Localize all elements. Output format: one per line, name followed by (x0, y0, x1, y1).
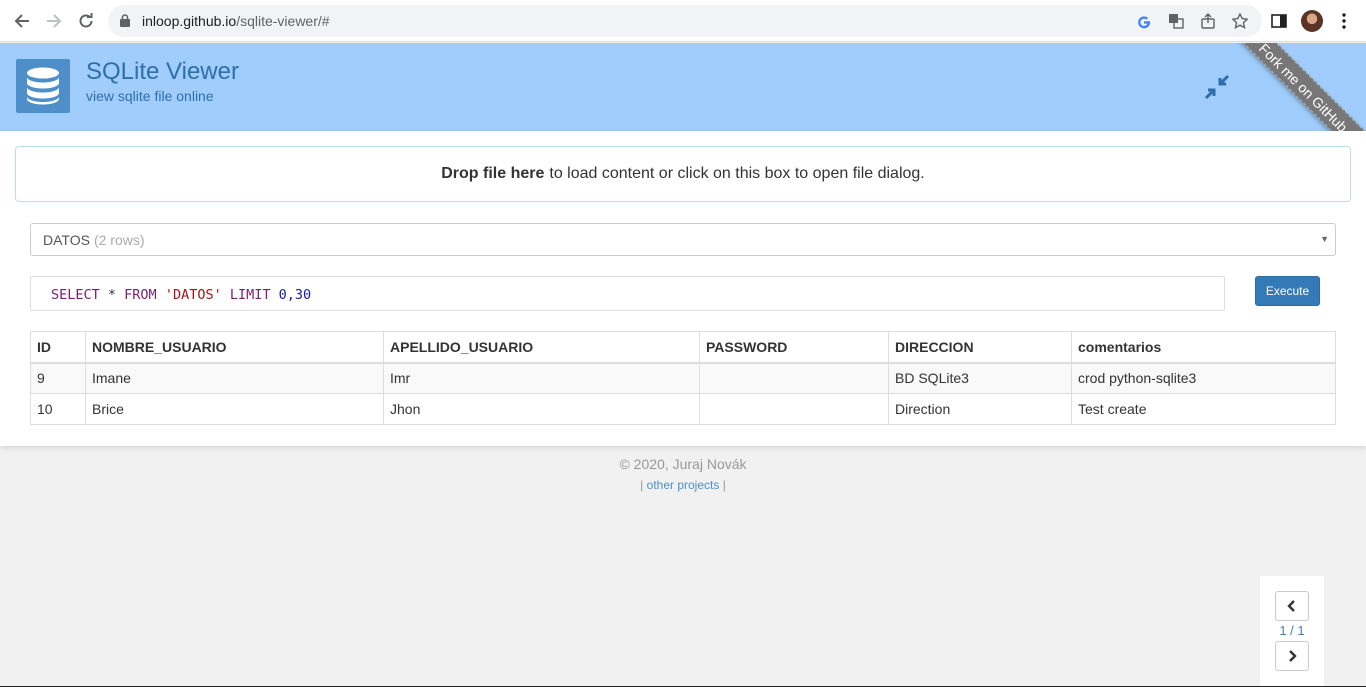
profile-avatar[interactable] (1301, 10, 1323, 32)
copyright: © 2020, Juraj Novák (619, 456, 747, 472)
app-header: SQLite Viewer view sqlite file online Fo… (0, 43, 1366, 131)
table-cell: Test create (1071, 393, 1336, 425)
table-cell: Imr (383, 362, 700, 394)
translate-icon[interactable] (1166, 11, 1186, 31)
app-title: SQLite Viewer (86, 58, 239, 85)
column-header[interactable]: PASSWORD (699, 331, 889, 364)
side-panel-icon[interactable] (1267, 9, 1291, 33)
table-cell: Imane (85, 362, 384, 394)
fork-github-ribbon[interactable]: Fork me on GitHub (1217, 43, 1366, 131)
back-icon[interactable] (10, 9, 34, 33)
column-header[interactable]: ID (30, 331, 86, 364)
reload-icon[interactable] (74, 9, 98, 33)
prev-page-button[interactable] (1275, 591, 1309, 621)
compress-icon[interactable] (1204, 74, 1230, 100)
results-table: ID NOMBRE_USUARIO APELLIDO_USUARIO PASSW… (30, 331, 1336, 425)
url-text: inloop.github.io/sqlite-viewer/# (142, 13, 330, 29)
column-header[interactable]: DIRECCION (888, 331, 1072, 364)
dropzone-bold: Drop file here (441, 165, 545, 182)
table-cell (699, 393, 889, 425)
browser-menu-icon[interactable] (1332, 9, 1356, 33)
chevron-left-icon (1287, 600, 1295, 612)
table-header-row: ID NOMBRE_USUARIO APELLIDO_USUARIO PASSW… (30, 331, 1336, 364)
table-select-value: DATOS (2 rows) (43, 232, 145, 248)
table-cell: Jhon (383, 393, 700, 425)
forward-icon[interactable] (42, 9, 66, 33)
table-row: 10 Brice Jhon Direction Test create (30, 393, 1336, 425)
sql-query: SELECT * FROM 'DATOS' LIMIT 0,30 (51, 287, 312, 303)
address-bar[interactable]: inloop.github.io/sqlite-viewer/# (108, 5, 1262, 37)
share-icon[interactable] (1198, 11, 1218, 31)
table-cell: BD SQLite3 (888, 362, 1072, 394)
table-row: 9 Imane Imr BD SQLite3 crod python-sqlit… (30, 362, 1336, 394)
pager: 1 / 1 (1260, 576, 1324, 687)
footer-links: | other projects | (640, 478, 726, 492)
database-icon (16, 59, 70, 113)
bookmark-star-icon[interactable] (1230, 11, 1250, 31)
column-header[interactable]: NOMBRE_USUARIO (85, 331, 384, 364)
column-header[interactable]: comentarios (1071, 331, 1336, 364)
lock-icon (120, 14, 130, 32)
page-indicator: 1 / 1 (1279, 623, 1305, 638)
table-cell (699, 362, 889, 394)
caret-down-icon: ▼ (1320, 234, 1329, 244)
browser-toolbar: inloop.github.io/sqlite-viewer/# (0, 0, 1366, 42)
table-select[interactable]: DATOS (2 rows) ▼ (30, 223, 1336, 256)
table-cell: Brice (85, 393, 384, 425)
sql-editor[interactable]: SELECT * FROM 'DATOS' LIMIT 0,30 (30, 276, 1225, 311)
google-icon[interactable] (1134, 11, 1154, 31)
chevron-right-icon (1289, 650, 1297, 662)
table-cell: 10 (30, 393, 86, 425)
other-projects-link[interactable]: other projects (647, 478, 720, 492)
app-subtitle: view sqlite file online (86, 88, 214, 104)
file-dropzone[interactable]: Drop file here to load content or click … (15, 146, 1351, 202)
table-cell: crod python-sqlite3 (1071, 362, 1336, 394)
dropzone-text: to load content or click on this box to … (549, 165, 925, 182)
next-page-button[interactable] (1275, 641, 1309, 671)
main-panel: Drop file here to load content or click … (0, 131, 1366, 446)
table-cell: 9 (30, 362, 86, 394)
column-header[interactable]: APELLIDO_USUARIO (383, 331, 700, 364)
execute-button[interactable]: Execute (1255, 276, 1320, 306)
table-cell: Direction (888, 393, 1072, 425)
